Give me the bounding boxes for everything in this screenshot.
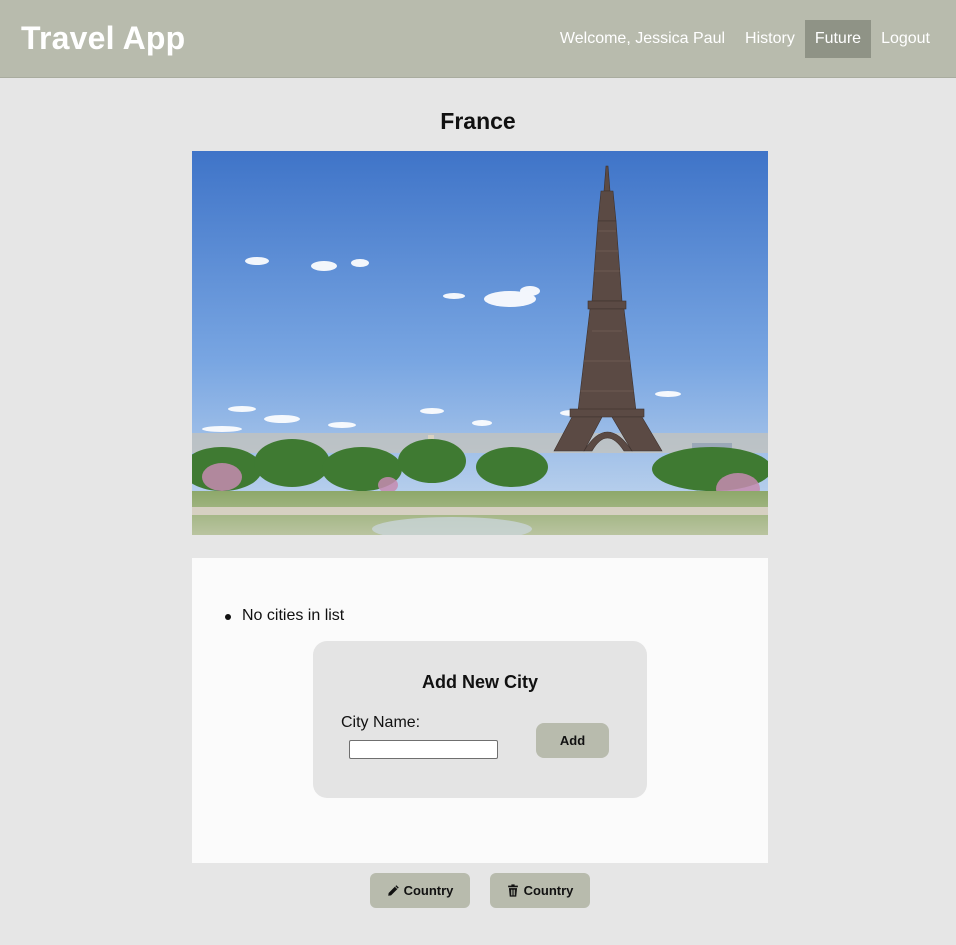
bullet-icon	[225, 614, 231, 620]
delete-country-label: Country	[523, 883, 574, 898]
app-brand[interactable]: Travel App	[21, 20, 185, 57]
country-title: France	[440, 108, 516, 134]
city-panel: No cities in list Add New City City Name…	[192, 558, 768, 863]
top-navbar: Travel App Welcome, Jessica Paul History…	[0, 0, 956, 78]
add-city-title: Add New City	[421, 672, 538, 692]
nav-history[interactable]: History	[735, 20, 805, 58]
country-photo	[192, 151, 768, 535]
nav-future[interactable]: Future	[804, 20, 872, 58]
empty-cities-text: No cities in list	[242, 607, 345, 624]
pencil-icon	[387, 884, 400, 897]
city-list: No cities in list	[225, 607, 345, 625]
nav-links: Welcome, Jessica Paul History Future Log…	[550, 20, 940, 58]
city-name-input[interactable]	[349, 740, 498, 759]
eiffel-tower-photo	[192, 151, 768, 535]
trash-icon	[507, 884, 520, 897]
city-name-label: City Name:	[341, 714, 421, 731]
add-city-button[interactable]: Add	[536, 723, 609, 758]
nav-logout[interactable]: Logout	[871, 20, 940, 58]
add-city-card: Add New City City Name: Add	[313, 641, 647, 798]
list-item: No cities in list	[225, 607, 345, 625]
edit-country-button[interactable]: Country	[370, 873, 470, 908]
welcome-text: Welcome, Jessica Paul	[559, 30, 726, 47]
delete-country-button[interactable]: Country	[490, 873, 590, 908]
edit-country-label: Country	[403, 883, 454, 898]
